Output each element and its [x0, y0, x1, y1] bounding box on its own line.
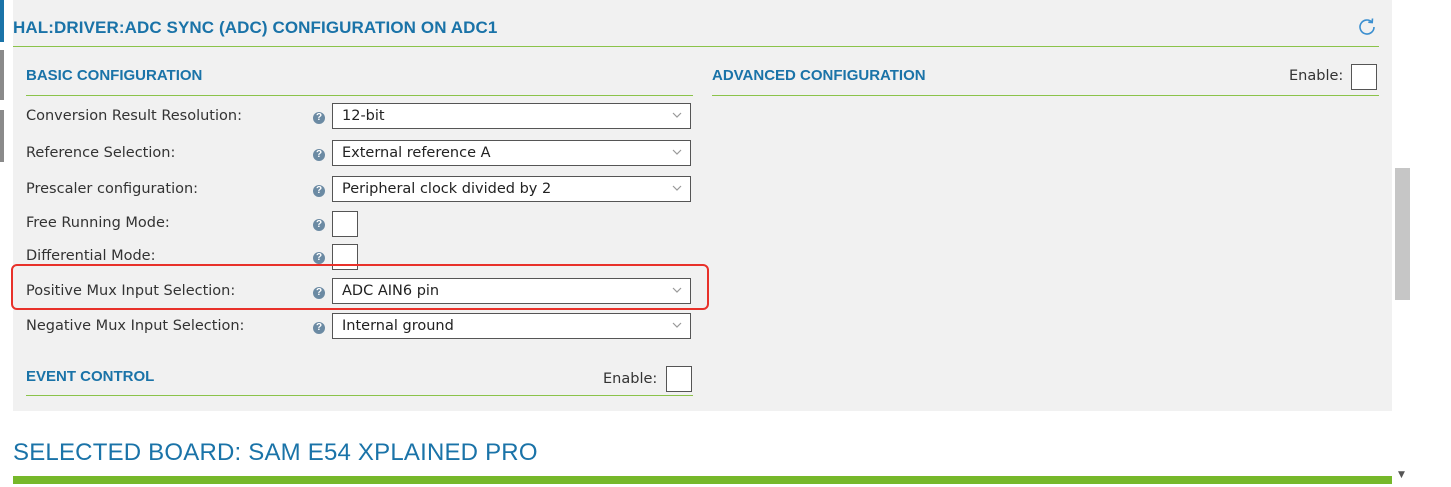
- scrollbar-thumb[interactable]: [1395, 168, 1410, 300]
- negative-mux-input-selection-label: Negative Mux Input Selection:: [26, 318, 245, 334]
- negative-mux-input-selection-value: Internal ground: [342, 318, 454, 334]
- event-control-title: EVENT CONTROL: [26, 368, 155, 385]
- chevron-down-icon: [672, 322, 682, 328]
- scroll-down-arrow-icon[interactable]: ▼: [1398, 470, 1405, 480]
- help-icon[interactable]: ?: [313, 185, 325, 197]
- help-icon[interactable]: ?: [313, 219, 325, 231]
- conversion-result-resolution-label: Conversion Result Resolution:: [26, 108, 242, 124]
- config-panel: [13, 0, 1392, 411]
- reference-selection-label: Reference Selection:: [26, 145, 176, 161]
- refresh-icon[interactable]: [1355, 15, 1379, 39]
- differential-mode-label: Differential Mode:: [26, 248, 156, 264]
- advanced-config-title: ADVANCED CONFIGURATION: [712, 67, 926, 84]
- highlight-box: [11, 264, 709, 310]
- conversion-result-resolution-value: 12-bit: [342, 108, 385, 124]
- negative-mux-input-selection-select[interactable]: Internal ground: [332, 313, 691, 339]
- left-tab[interactable]: [0, 50, 4, 100]
- chevron-down-icon: [672, 185, 682, 191]
- config-header: HAL:DRIVER:ADC SYNC (ADC) CONFIGURATION …: [13, 18, 1379, 47]
- reference-selection-select[interactable]: External reference A: [332, 140, 691, 166]
- chevron-down-icon: [672, 112, 682, 118]
- help-icon[interactable]: ?: [313, 112, 325, 124]
- help-icon[interactable]: ?: [313, 252, 325, 264]
- prescaler-configuration-label: Prescaler configuration:: [26, 181, 199, 197]
- free-running-mode-checkbox[interactable]: [332, 211, 358, 237]
- help-icon[interactable]: ?: [313, 322, 325, 334]
- event-enable-label: Enable:: [603, 371, 658, 387]
- basic-config-title: BASIC CONFIGURATION: [26, 67, 203, 84]
- conversion-result-resolution-select[interactable]: 12-bit: [332, 103, 691, 129]
- event-control-divider: [26, 395, 693, 396]
- left-tab[interactable]: [0, 110, 4, 162]
- free-running-mode-label: Free Running Mode:: [26, 215, 170, 231]
- advanced-config-divider: [712, 95, 1379, 96]
- basic-config-divider: [26, 95, 693, 96]
- help-icon[interactable]: ?: [313, 149, 325, 161]
- selected-board-divider: [13, 476, 1392, 484]
- prescaler-configuration-select[interactable]: Peripheral clock divided by 2: [332, 176, 691, 202]
- selected-board-title: SELECTED BOARD: SAM E54 XPLAINED PRO: [13, 439, 538, 466]
- chevron-down-icon: [672, 149, 682, 155]
- left-tab-active[interactable]: [0, 0, 4, 42]
- config-title: HAL:DRIVER:ADC SYNC (ADC) CONFIGURATION …: [13, 18, 498, 37]
- left-tab-strip: [0, 0, 4, 487]
- reference-selection-value: External reference A: [342, 145, 491, 161]
- prescaler-configuration-value: Peripheral clock divided by 2: [342, 181, 552, 197]
- advanced-enable-checkbox[interactable]: [1351, 64, 1377, 90]
- event-enable-checkbox[interactable]: [666, 366, 692, 392]
- advanced-enable-label: Enable:: [1289, 68, 1344, 84]
